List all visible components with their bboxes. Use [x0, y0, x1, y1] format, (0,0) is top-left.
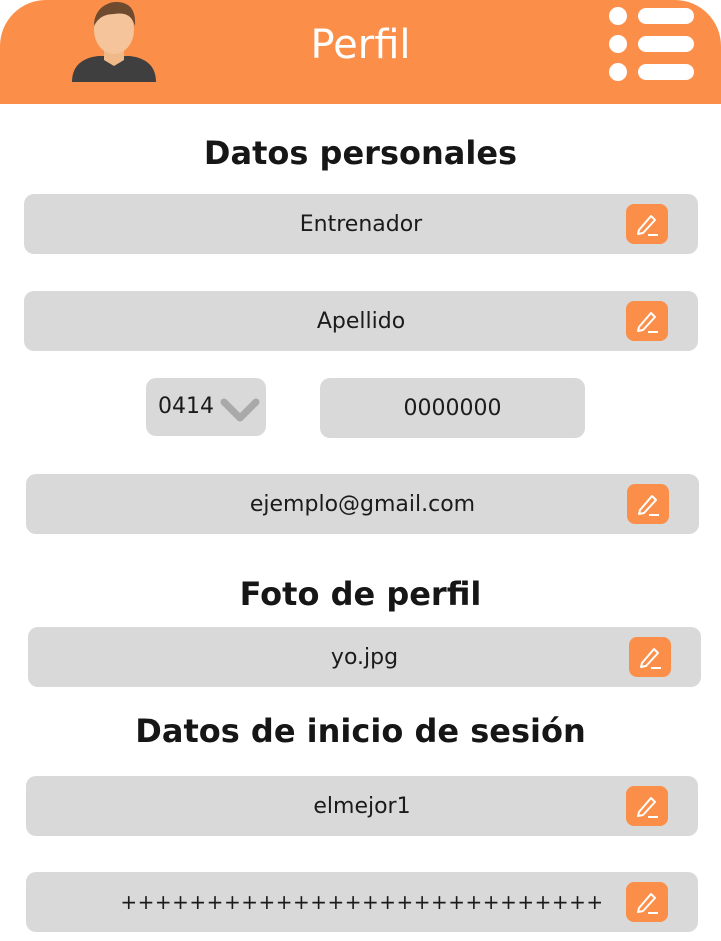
- edit-password-button[interactable]: [626, 882, 668, 922]
- pencil-edit-icon: [638, 495, 659, 516]
- username-value: elmejor1: [313, 793, 411, 819]
- first-name-value: Entrenador: [299, 211, 423, 237]
- edit-username-button[interactable]: [626, 786, 668, 826]
- section-title-personal: Datos personales: [203, 134, 518, 172]
- section-title-photo: Foto de perfil: [239, 575, 482, 613]
- edit-last-name-button[interactable]: [626, 301, 668, 341]
- last-name-field[interactable]: Apellido: [24, 291, 698, 351]
- pencil-edit-icon: [637, 797, 658, 818]
- chevron-down-icon: [220, 398, 260, 422]
- email-field[interactable]: ejemplo@gmail.com: [26, 474, 699, 534]
- pencil-edit-icon: [637, 893, 658, 914]
- pencil-edit-icon: [640, 648, 661, 669]
- first-name-field[interactable]: Entrenador: [24, 194, 698, 254]
- section-title-login: Datos de inicio de sesión: [135, 712, 586, 750]
- pencil-edit-icon: [637, 312, 658, 333]
- phone-code-select[interactable]: 0414: [146, 378, 266, 436]
- password-field[interactable]: ++++++++++++++++++++++++++++: [26, 872, 698, 932]
- app-header: Perfil: [0, 0, 721, 104]
- list-menu-icon[interactable]: [606, 4, 698, 84]
- pencil-edit-icon: [637, 215, 658, 236]
- phone-number-value: 0000000: [403, 395, 502, 421]
- photo-file-value: yo.jpg: [330, 644, 399, 670]
- photo-file-field[interactable]: yo.jpg: [28, 627, 701, 687]
- email-value: ejemplo@gmail.com: [249, 491, 476, 517]
- username-field[interactable]: elmejor1: [26, 776, 698, 836]
- phone-number-field[interactable]: 0000000: [320, 378, 585, 438]
- edit-email-button[interactable]: [627, 484, 669, 524]
- edit-photo-button[interactable]: [629, 637, 671, 677]
- phone-code-value: 0414: [158, 394, 214, 419]
- last-name-value: Apellido: [316, 308, 406, 334]
- password-value: ++++++++++++++++++++++++++++: [120, 890, 604, 914]
- edit-first-name-button[interactable]: [626, 204, 668, 244]
